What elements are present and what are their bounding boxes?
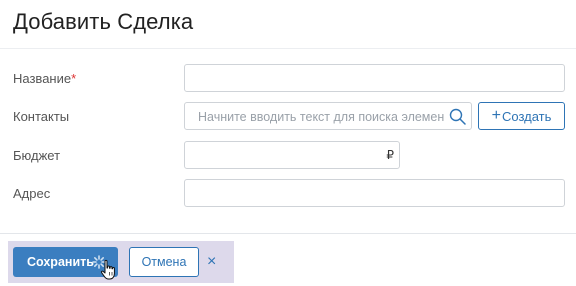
name-label-text: Название: [13, 71, 72, 86]
contacts-search-placeholder: Начните вводить текст для поиска элемент…: [198, 110, 444, 124]
search-icon[interactable]: [449, 108, 466, 125]
plus-icon: +: [491, 107, 501, 124]
footer-bar: Сохранить Отмена ×: [8, 241, 234, 283]
header-divider: [0, 48, 576, 49]
hand-cursor-icon: [100, 259, 115, 280]
currency-symbol: ₽: [386, 148, 394, 162]
contacts-search-input[interactable]: Начните вводить текст для поиска элемент…: [184, 102, 472, 130]
budget-input[interactable]: ₽: [184, 141, 400, 169]
contacts-label: Контакты: [13, 109, 70, 124]
required-mark: *: [71, 71, 77, 86]
cancel-button[interactable]: Отмена: [129, 247, 199, 277]
save-button-label: Сохранить: [27, 255, 94, 269]
name-input[interactable]: [184, 64, 565, 92]
create-button-label: Создать: [501, 108, 552, 124]
budget-label: Бюджет: [13, 148, 61, 163]
address-input[interactable]: [184, 179, 565, 207]
create-contact-button[interactable]: + Создать: [478, 102, 565, 130]
close-icon[interactable]: ×: [207, 253, 216, 271]
page-title: Добавить Сделка: [13, 9, 194, 34]
save-button[interactable]: Сохранить: [13, 247, 118, 280]
name-label: Название*: [13, 71, 76, 86]
address-label: Адрес: [13, 186, 51, 201]
footer-divider: [0, 233, 576, 234]
